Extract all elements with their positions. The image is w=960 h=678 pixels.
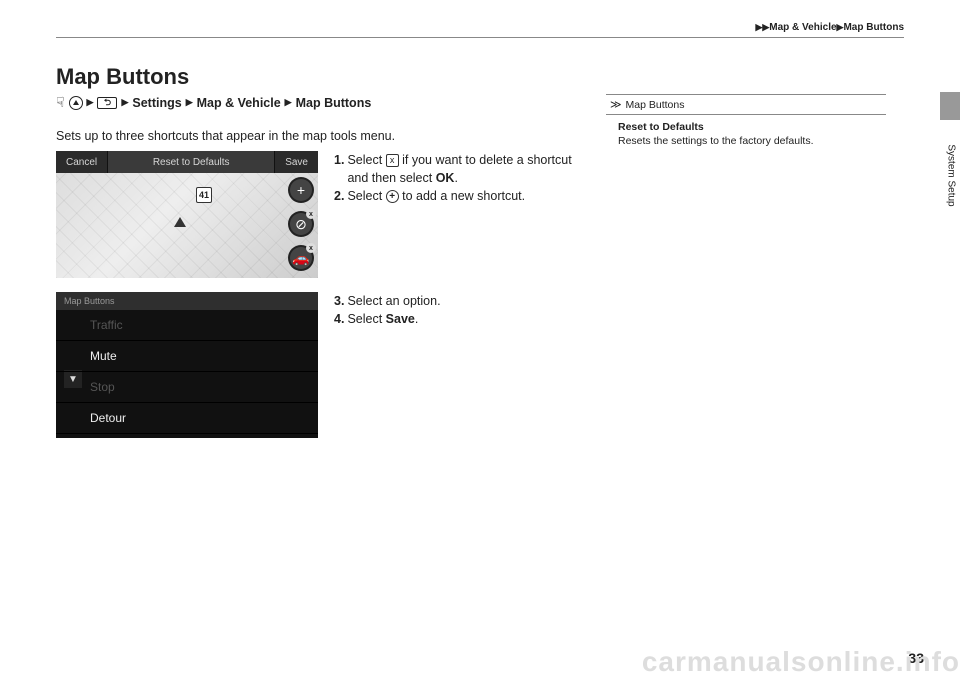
reset-title: Reset to Defaults [618, 121, 882, 133]
delete-x-icon: x [306, 243, 316, 253]
step-text: Select + to add a new shortcut. [347, 187, 525, 205]
step-number: 3. [334, 292, 344, 310]
triangle-icon: ▶ [186, 97, 193, 108]
x-icon: x [386, 154, 399, 167]
triangle-icon: ▶ [87, 97, 94, 108]
plus-icon: + [386, 190, 399, 203]
step-number: 4. [334, 310, 344, 328]
page-title: Map Buttons [56, 64, 904, 90]
step-number: 1. [334, 151, 344, 187]
nav-map-buttons: Map Buttons [296, 96, 372, 110]
step-4: 4. Select Save. [334, 310, 586, 328]
shortcut-icon: ⊘x [290, 213, 312, 235]
side-tab [940, 92, 960, 120]
hand-icon: ☟ [56, 94, 65, 111]
step-2: 2. Select + to add a new shortcut. [334, 187, 586, 205]
list-item: Traffic [56, 310, 318, 341]
step-text: Select an option. [347, 292, 440, 310]
watermark: carmanualsonline.info [642, 646, 960, 678]
sidebox-header: ≫ Map Buttons [606, 94, 886, 115]
list-title: Map Buttons [56, 292, 318, 310]
list-item: Mute [56, 341, 318, 372]
triangle-icon: ▶ [121, 97, 128, 108]
delete-x-icon: x [306, 209, 316, 219]
sidebox-title-text: Map Buttons [626, 99, 685, 111]
step-text: Select Save. [347, 310, 418, 328]
nav-map-vehicle: Map & Vehicle [197, 96, 281, 110]
map-screenshot: Cancel Reset to Defaults Save 41 + ⊘x 🚗x [56, 151, 318, 278]
add-shortcut-icon: + [290, 179, 312, 201]
navigation-path: ☟ ▶ ⮌ ▶ Settings ▶ Map & Vehicle ▶ Map B… [56, 94, 586, 111]
nav-settings: Settings [132, 96, 181, 110]
cancel-button: Cancel [56, 151, 107, 173]
triangle-icon: ▶ [285, 97, 292, 108]
breadcrumb: ▶▶Map & Vehicle▶Map Buttons [56, 22, 904, 38]
breadcrumb-l2: Map Buttons [843, 22, 904, 33]
list-item: Stop [56, 372, 318, 403]
save-button: Save [275, 151, 318, 173]
forward-icon: ≫ [610, 98, 622, 111]
list-screenshot: Map Buttons ▼ Traffic Mute Stop Detour [56, 292, 318, 438]
step-3: 3. Select an option. [334, 292, 586, 310]
list-item: Detour [56, 403, 318, 434]
step-text: Select x if you want to delete a shortcu… [347, 151, 586, 187]
reset-button: Reset to Defaults [107, 151, 275, 173]
route-shield-icon: 41 [196, 187, 212, 203]
side-tab-label: System Setup [945, 144, 956, 206]
shortcut-icon: 🚗x [290, 247, 312, 269]
back-icon: ⮌ [97, 97, 117, 109]
home-icon [69, 96, 83, 110]
step-number: 2. [334, 187, 344, 205]
vehicle-icon [174, 217, 186, 227]
reset-body: Resets the settings to the factory defau… [618, 135, 882, 147]
sidebox-body: Reset to Defaults Resets the settings to… [606, 115, 886, 147]
breadcrumb-l1: Map & Vehicle [769, 22, 836, 33]
intro-text: Sets up to three shortcuts that appear i… [56, 129, 586, 143]
step-1: 1. Select x if you want to delete a shor… [334, 151, 586, 187]
map-area: 41 + ⊘x 🚗x [56, 173, 318, 278]
